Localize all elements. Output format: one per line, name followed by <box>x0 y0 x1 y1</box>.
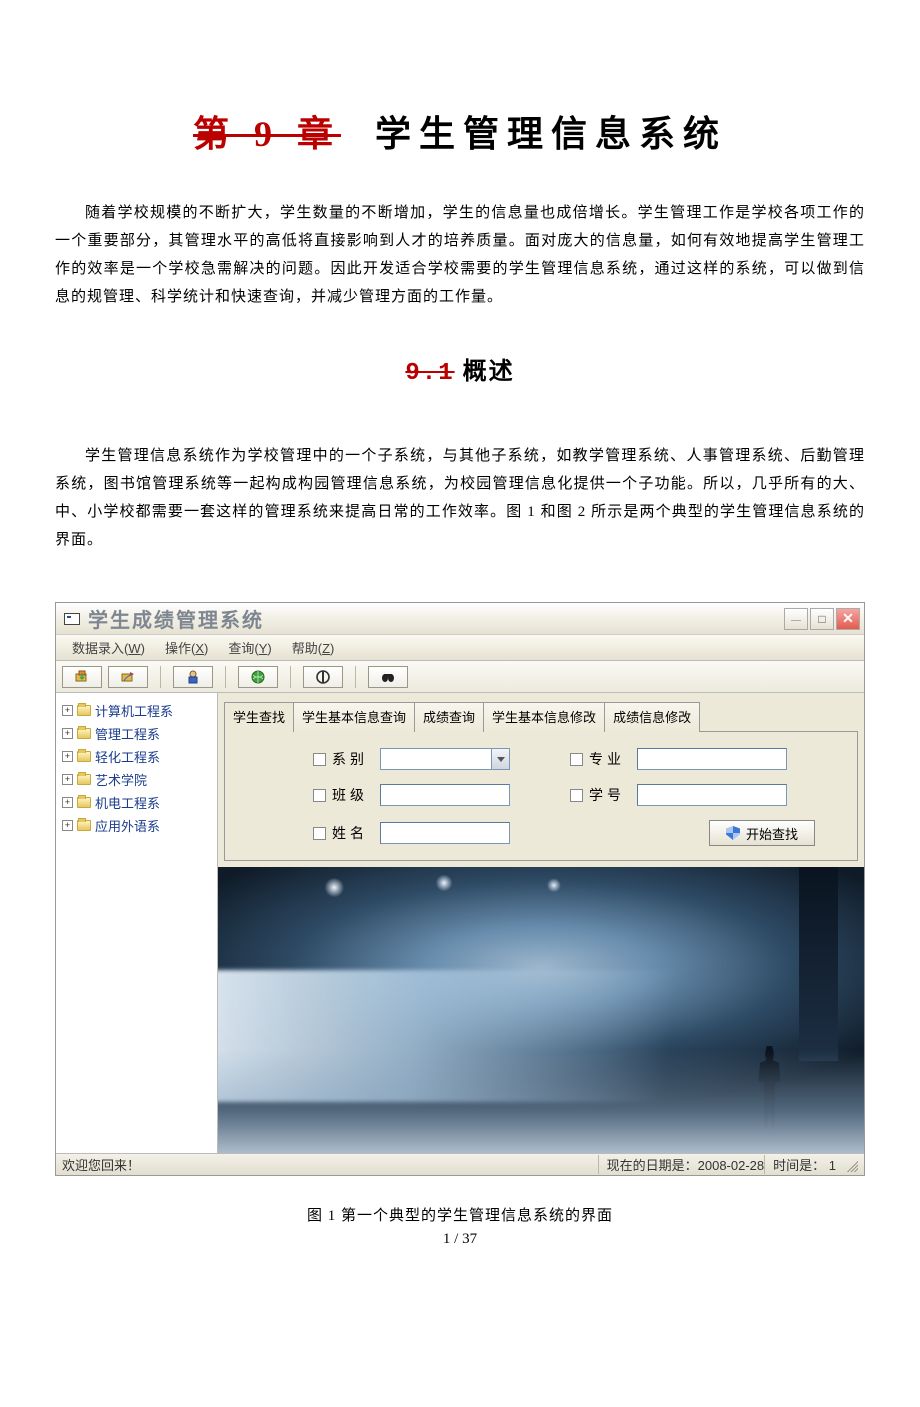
folder-icon <box>77 728 91 739</box>
status-date: 现在的日期是：2008-02-28 <box>598 1155 765 1174</box>
tab-student-search[interactable]: 学生查找 <box>224 702 294 732</box>
department-tree: +计算机工程系 +管理工程系 +轻化工程系 +艺术学院 +机电工程系 +应用外语… <box>56 693 218 1153</box>
app-icon <box>64 613 80 625</box>
tree-item[interactable]: +艺术学院 <box>60 768 213 791</box>
titlebar: 学生成绩管理系统 <box>56 603 864 635</box>
major-label: 专业 <box>589 749 637 769</box>
window-controls <box>784 608 860 630</box>
expand-icon[interactable]: + <box>62 751 73 762</box>
intro-paragraph: 随着学校规模的不断扩大，学生数量的不断增加，学生的信息量也成倍增长。学生管理工作… <box>55 199 865 311</box>
expand-icon[interactable]: + <box>62 774 73 785</box>
name-input[interactable] <box>380 822 510 844</box>
dept-label: 系别 <box>332 749 380 769</box>
folder-icon <box>77 774 91 785</box>
close-button[interactable] <box>836 608 860 630</box>
menu-operate[interactable]: 操作(X) <box>155 638 218 657</box>
sid-checkbox[interactable] <box>570 789 583 802</box>
sid-input[interactable] <box>637 784 787 806</box>
folder-icon <box>77 820 91 831</box>
chapter-number: 第 9 章 <box>193 114 341 154</box>
folder-icon <box>77 705 91 716</box>
main-area: +计算机工程系 +管理工程系 +轻化工程系 +艺术学院 +机电工程系 +应用外语… <box>56 693 864 1153</box>
toolbar-separator <box>225 666 226 688</box>
tree-item[interactable]: +应用外语系 <box>60 814 213 837</box>
section-paragraph: 学生管理信息系统作为学校管理中的一个子系统，与其他子系统，如教学管理系统、人事管… <box>55 442 865 554</box>
toolbar <box>56 661 864 693</box>
expand-icon[interactable]: + <box>62 820 73 831</box>
pillar <box>799 867 838 1061</box>
tree-item[interactable]: +计算机工程系 <box>60 699 213 722</box>
search-panel: 系别 专业 班级 学号 <box>224 731 858 861</box>
status-bar: 欢迎您回来！ 现在的日期是：2008-02-28 时间是： 1 <box>56 1153 864 1175</box>
tab-grade-query[interactable]: 成绩查询 <box>414 702 484 732</box>
dept-checkbox[interactable] <box>313 753 326 766</box>
maximize-button[interactable] <box>810 608 834 630</box>
folder-icon <box>77 751 91 762</box>
expand-icon[interactable]: + <box>62 797 73 808</box>
tab-strip: 学生查找 学生基本信息查询 成绩查询 学生基本信息修改 成绩信息修改 <box>218 693 864 731</box>
figure-caption: 图 1 第一个典型的学生管理信息系统的界面 <box>55 1204 865 1225</box>
expand-icon[interactable]: + <box>62 728 73 739</box>
tab-student-info-edit[interactable]: 学生基本信息修改 <box>483 702 605 732</box>
major-checkbox[interactable] <box>570 753 583 766</box>
class-label: 班级 <box>332 785 380 805</box>
person-silhouette <box>752 1046 786 1130</box>
section-title: 概述 <box>463 359 515 385</box>
toolbar-separator <box>355 666 356 688</box>
chevron-down-icon[interactable] <box>491 749 509 769</box>
menu-help[interactable]: 帮助(Z) <box>282 638 345 657</box>
tree-item[interactable]: +轻化工程系 <box>60 745 213 768</box>
window-title: 学生成绩管理系统 <box>88 604 264 633</box>
start-search-button[interactable]: 开始查找 <box>709 820 815 846</box>
major-input[interactable] <box>637 748 787 770</box>
toolbar-btn-2[interactable] <box>108 666 148 688</box>
right-pane: 学生查找 学生基本信息查询 成绩查询 学生基本信息修改 成绩信息修改 系别 专业 <box>218 693 864 1153</box>
minimize-button[interactable] <box>784 608 808 630</box>
name-label: 姓名 <box>332 823 380 843</box>
toolbar-separator <box>290 666 291 688</box>
app-window: 学生成绩管理系统 数据录入(W) 操作(X) 查询(Y) 帮助(Z) <box>55 602 865 1176</box>
menu-query[interactable]: 查询(Y) <box>218 638 281 657</box>
class-checkbox[interactable] <box>313 789 326 802</box>
banner-image <box>218 867 864 1153</box>
tab-student-info-query[interactable]: 学生基本信息查询 <box>293 702 415 732</box>
toolbar-btn-5[interactable] <box>303 666 343 688</box>
folder-icon <box>77 797 91 808</box>
class-input[interactable] <box>380 784 510 806</box>
tab-grade-edit[interactable]: 成绩信息修改 <box>604 702 700 732</box>
toolbar-btn-4[interactable] <box>238 666 278 688</box>
dept-combo[interactable] <box>380 748 510 770</box>
chapter-heading: 第 9 章 学生管理信息系统 <box>55 105 865 157</box>
resize-grip-icon[interactable] <box>844 1158 858 1172</box>
sid-label: 学号 <box>589 785 637 805</box>
page-number: 1 / 37 <box>55 1231 865 1248</box>
section-number: 9.1 <box>405 360 454 387</box>
tree-item[interactable]: +机电工程系 <box>60 791 213 814</box>
tree-item[interactable]: +管理工程系 <box>60 722 213 745</box>
menu-data-entry[interactable]: 数据录入(W) <box>62 638 155 657</box>
name-checkbox[interactable] <box>313 827 326 840</box>
chapter-title: 学生管理信息系统 <box>375 114 727 154</box>
expand-icon[interactable]: + <box>62 705 73 716</box>
toolbar-btn-1[interactable] <box>62 666 102 688</box>
status-time: 时间是： 1 <box>764 1155 840 1174</box>
subway-train <box>218 970 677 1102</box>
toolbar-btn-6[interactable] <box>368 666 408 688</box>
menu-bar: 数据录入(W) 操作(X) 查询(Y) 帮助(Z) <box>56 635 864 661</box>
toolbar-separator <box>160 666 161 688</box>
section-heading: 9.1 概述 <box>55 351 865 387</box>
status-welcome: 欢迎您回来！ <box>62 1155 140 1174</box>
shield-icon <box>726 826 740 840</box>
toolbar-btn-3[interactable] <box>173 666 213 688</box>
